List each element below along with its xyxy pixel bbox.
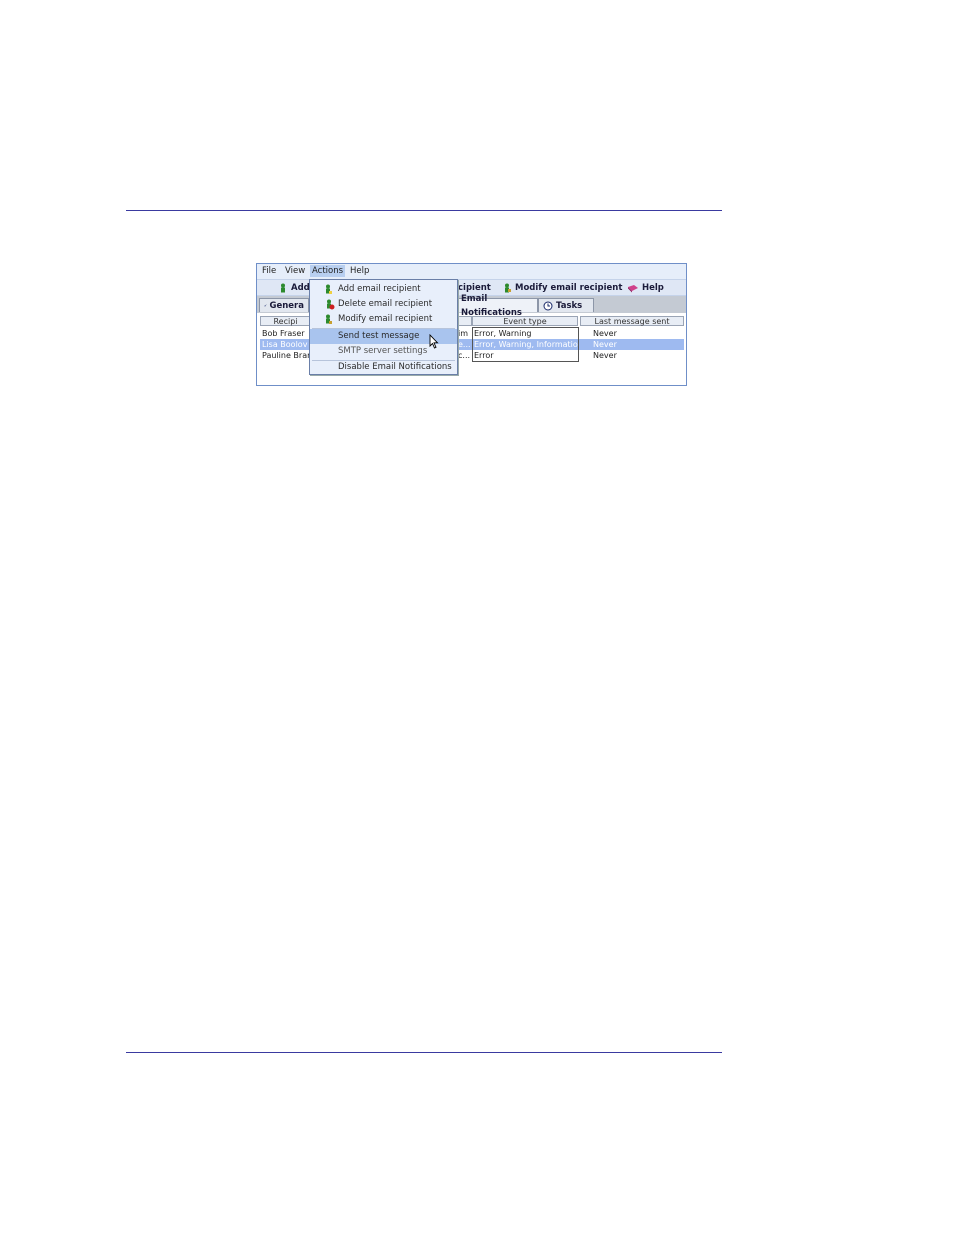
- help-label: Help: [642, 283, 664, 293]
- add-person-icon: [326, 284, 332, 294]
- add-recipient-label: Add: [291, 283, 310, 293]
- app-window: File View Actions Help Add cipient Modif…: [256, 263, 687, 386]
- cell-mid: e...: [458, 340, 471, 349]
- cell-last: Never: [593, 340, 617, 349]
- help-book-icon: [628, 284, 638, 292]
- check-icon: [264, 304, 267, 307]
- header-hidden[interactable]: [458, 316, 472, 326]
- menu-file[interactable]: File: [262, 266, 276, 276]
- modify-person-icon: [326, 314, 332, 324]
- cell-recipient: Pauline Brar: [262, 351, 311, 360]
- menu-item-disable-notifications[interactable]: Disable Email Notifications: [310, 360, 457, 375]
- menu-view[interactable]: View: [285, 266, 305, 276]
- cell-last: Never: [593, 351, 617, 360]
- cell-recipient: Lisa Boolov: [262, 340, 308, 349]
- delete-person-icon: [327, 299, 335, 310]
- cell-last: Never: [593, 329, 617, 338]
- tab-general[interactable]: Genera: [259, 298, 309, 312]
- menu-item-label: Disable Email Notifications: [338, 362, 452, 372]
- menu-item-label: Modify email recipient: [338, 314, 433, 324]
- menu-item-label: Delete email recipient: [338, 299, 433, 309]
- actions-menu: Add email recipient Delete email recipie…: [309, 279, 458, 375]
- cell-mid: im: [458, 329, 469, 338]
- menu-item-label: Add email recipient: [338, 284, 421, 294]
- header-last-sent[interactable]: Last message sent: [580, 316, 684, 326]
- help-button[interactable]: Help: [627, 283, 664, 293]
- top-rule: [126, 210, 722, 211]
- menu-item-modify-recipient[interactable]: Modify email recipient: [310, 312, 457, 327]
- add-recipient-button[interactable]: Add: [279, 283, 310, 293]
- menu-item-delete-recipient[interactable]: Delete email recipient: [310, 297, 457, 312]
- tab-tasks[interactable]: Tasks: [538, 298, 594, 312]
- cell-recipient: Bob Fraser: [262, 329, 305, 338]
- add-person-icon: [281, 283, 285, 293]
- menu-help[interactable]: Help: [350, 266, 369, 276]
- tab-general-label: Genera: [269, 300, 305, 311]
- tab-email-notifications[interactable]: Email Notifications: [456, 294, 538, 318]
- mouse-cursor-icon: [429, 334, 439, 349]
- header-recipient[interactable]: Recipi: [260, 316, 311, 326]
- header-event-type[interactable]: Event type: [472, 316, 578, 326]
- cell-mid: c...: [458, 351, 471, 360]
- bottom-rule: [126, 1052, 722, 1053]
- menu-item-label: SMTP server settings: [338, 346, 428, 356]
- clock-icon: [543, 301, 553, 310]
- menu-item-label: Send test message: [338, 331, 420, 341]
- menu-actions[interactable]: Actions: [310, 265, 346, 277]
- menubar: File View Actions Help: [257, 264, 686, 279]
- tab-tasks-label: Tasks: [556, 300, 583, 311]
- event-cell-border: [472, 327, 579, 362]
- menu-item-add-recipient[interactable]: Add email recipient: [310, 282, 457, 297]
